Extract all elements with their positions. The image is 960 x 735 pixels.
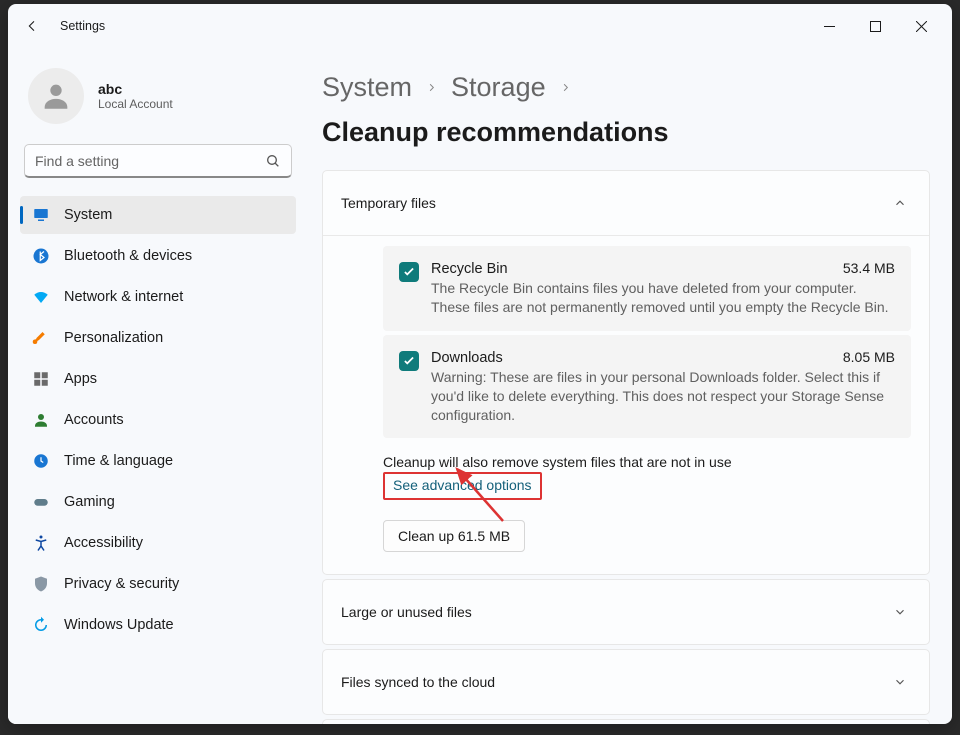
panel-header-temporary-files[interactable]: Temporary files xyxy=(323,171,929,235)
checkbox-recycle-bin[interactable] xyxy=(399,262,419,282)
bluetooth-icon xyxy=(32,247,50,265)
profile-name: abc xyxy=(98,81,173,97)
clock-icon xyxy=(32,452,50,470)
sidebar-item-system[interactable]: System xyxy=(20,196,296,234)
checkbox-downloads[interactable] xyxy=(399,351,419,371)
content-pane: System Storage Cleanup recommendations T… xyxy=(308,48,952,724)
sidebar-nav: System Bluetooth & devices Network & int… xyxy=(20,196,296,644)
window-close-button[interactable] xyxy=(898,10,944,42)
item-description: The Recycle Bin contains files you have … xyxy=(431,279,895,317)
sidebar-item-time[interactable]: Time & language xyxy=(20,442,296,480)
sidebar-item-gaming[interactable]: Gaming xyxy=(20,483,296,521)
search-input-wrap[interactable] xyxy=(24,144,292,178)
cleanup-item-downloads[interactable]: Downloads 8.05 MB Warning: These are fil… xyxy=(383,335,911,439)
sidebar-item-label: System xyxy=(64,207,112,223)
search-input[interactable] xyxy=(35,153,265,169)
sidebar-item-label: Accessibility xyxy=(64,535,143,551)
see-advanced-options-link[interactable]: See advanced options xyxy=(393,477,532,493)
sidebar-item-label: Personalization xyxy=(64,330,163,346)
chevron-right-icon xyxy=(426,80,437,96)
item-size: 53.4 MB xyxy=(833,260,895,276)
close-icon xyxy=(916,21,927,32)
profile-subtitle: Local Account xyxy=(98,97,173,111)
paintbrush-icon xyxy=(32,329,50,347)
profile-block[interactable]: abc Local Account xyxy=(20,48,296,144)
panel-body: Recycle Bin 53.4 MB The Recycle Bin cont… xyxy=(323,235,929,574)
chevron-down-icon xyxy=(893,605,907,619)
panel-unused-apps: Unused apps xyxy=(322,719,930,724)
item-title: Downloads xyxy=(431,350,503,366)
item-size: 8.05 MB xyxy=(833,349,895,365)
minimize-icon xyxy=(824,21,835,32)
sidebar-item-apps[interactable]: Apps xyxy=(20,360,296,398)
panel-title: Large or unused files xyxy=(341,604,472,620)
sidebar-item-label: Apps xyxy=(64,371,97,387)
page-title: Cleanup recommendations xyxy=(322,117,669,148)
panel-header-large-unused[interactable]: Large or unused files xyxy=(323,580,929,644)
wifi-icon xyxy=(32,288,50,306)
panel-synced: Files synced to the cloud xyxy=(322,649,930,715)
crumb-storage[interactable]: Storage xyxy=(451,72,546,103)
shield-icon xyxy=(32,575,50,593)
window-titlebar: Settings xyxy=(8,4,952,48)
window-maximize-button[interactable] xyxy=(852,10,898,42)
sidebar-item-network[interactable]: Network & internet xyxy=(20,278,296,316)
apps-icon xyxy=(32,370,50,388)
panel-title: Files synced to the cloud xyxy=(341,674,495,690)
panel-temporary-files: Temporary files Recycle Bin 53.4 M xyxy=(322,170,930,575)
cleanup-button[interactable]: Clean up 61.5 MB xyxy=(383,520,525,552)
sidebar-item-label: Bluetooth & devices xyxy=(64,248,192,264)
sidebar-item-label: Time & language xyxy=(64,453,173,469)
sidebar-item-privacy[interactable]: Privacy & security xyxy=(20,565,296,603)
crumb-system[interactable]: System xyxy=(322,72,412,103)
person-icon xyxy=(32,411,50,429)
accessibility-icon xyxy=(32,534,50,552)
item-title: Recycle Bin xyxy=(431,261,508,277)
sidebar: abc Local Account System Bluetooth & dev… xyxy=(8,48,308,724)
gamepad-icon xyxy=(32,493,50,511)
sidebar-item-label: Windows Update xyxy=(64,617,174,633)
search-icon xyxy=(265,153,281,169)
sidebar-item-label: Network & internet xyxy=(64,289,183,305)
item-description: Warning: These are files in your persona… xyxy=(431,368,895,425)
maximize-icon xyxy=(870,21,881,32)
panel-title: Temporary files xyxy=(341,195,436,211)
link-highlight-annotation: See advanced options xyxy=(383,472,542,500)
app-title: Settings xyxy=(60,19,105,33)
chevron-up-icon xyxy=(893,196,907,210)
sidebar-item-update[interactable]: Windows Update xyxy=(20,606,296,644)
monitor-icon xyxy=(32,206,50,224)
arrow-left-icon xyxy=(24,18,40,34)
avatar xyxy=(28,68,84,124)
sidebar-item-label: Gaming xyxy=(64,494,115,510)
cleanup-note: Cleanup will also remove system files th… xyxy=(383,454,911,470)
cleanup-item-recycle-bin[interactable]: Recycle Bin 53.4 MB The Recycle Bin cont… xyxy=(383,246,911,331)
sidebar-item-personalization[interactable]: Personalization xyxy=(20,319,296,357)
sidebar-item-label: Privacy & security xyxy=(64,576,179,592)
panel-large-unused: Large or unused files xyxy=(322,579,930,645)
sidebar-item-accessibility[interactable]: Accessibility xyxy=(20,524,296,562)
update-icon xyxy=(32,616,50,634)
window-minimize-button[interactable] xyxy=(806,10,852,42)
sidebar-item-accounts[interactable]: Accounts xyxy=(20,401,296,439)
chevron-down-icon xyxy=(893,675,907,689)
sidebar-item-label: Accounts xyxy=(64,412,124,428)
panel-header-unused-apps[interactable]: Unused apps xyxy=(323,720,929,724)
chevron-right-icon xyxy=(560,80,571,96)
sidebar-item-bluetooth[interactable]: Bluetooth & devices xyxy=(20,237,296,275)
back-button[interactable] xyxy=(18,12,46,40)
panel-header-synced[interactable]: Files synced to the cloud xyxy=(323,650,929,714)
breadcrumb: System Storage Cleanup recommendations xyxy=(322,72,930,148)
